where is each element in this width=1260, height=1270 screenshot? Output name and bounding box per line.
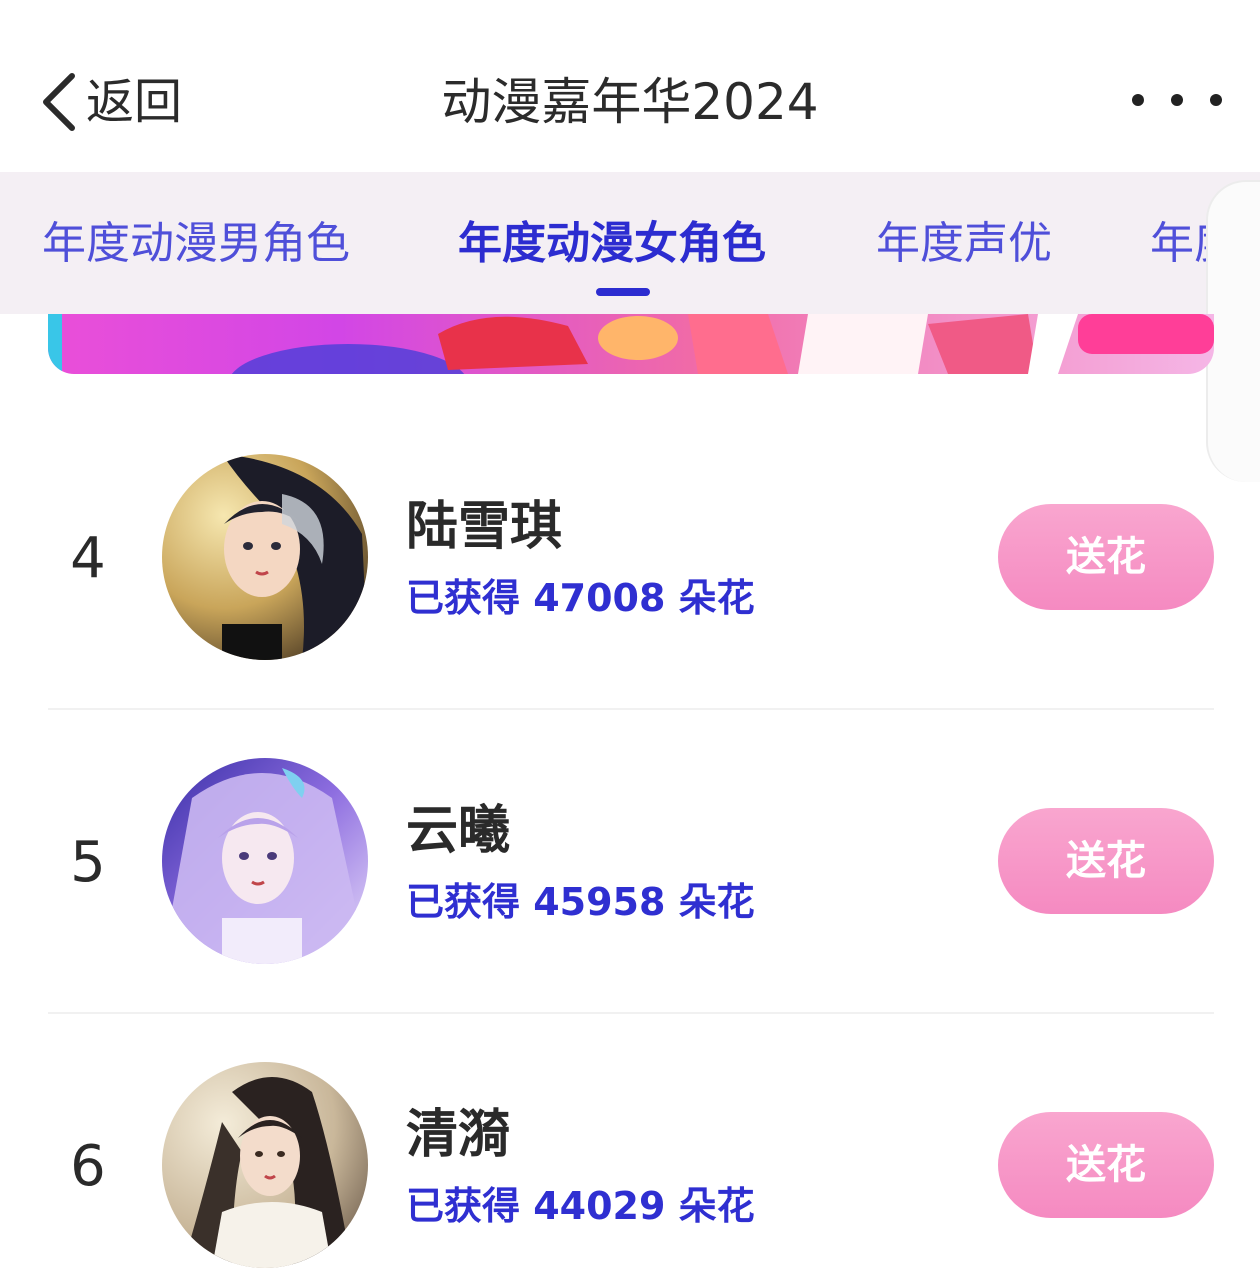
more-dot-icon	[1171, 94, 1183, 106]
flower-count: 已获得 44029 朵花	[406, 1184, 755, 1228]
page-title: 动漫嘉年华2024	[441, 73, 819, 131]
banner-artwork	[48, 314, 1214, 374]
avatar[interactable]	[162, 1062, 368, 1268]
tab-male-character[interactable]: 年度动漫男角色	[42, 214, 350, 274]
rank-number: 5	[70, 830, 106, 895]
page: 返回 动漫嘉年华2024 年度动漫男角色 年度动漫女角色 年度声优 年度漫	[0, 0, 1260, 1270]
character-name: 陆雪琪	[406, 497, 563, 557]
character-portrait	[162, 1062, 368, 1268]
flower-count: 已获得 45958 朵花	[406, 880, 755, 924]
list-item: 4 陆雪琪 已获得 47008 朵花 送花	[0, 404, 1260, 708]
more-options-button[interactable]	[1132, 80, 1222, 120]
tab-voice-actor[interactable]: 年度声优	[876, 214, 1052, 274]
list-item: 5 云曦 已获得 45958 朵花 送花	[0, 708, 1260, 1012]
send-flower-button[interactable]: 送花	[998, 1112, 1214, 1218]
more-dot-icon	[1210, 94, 1222, 106]
list-item: 6 清漪 已获得 44029 朵花 送花	[0, 1012, 1260, 1270]
more-dot-icon	[1132, 94, 1144, 106]
send-flower-button[interactable]: 送花	[998, 808, 1214, 914]
rank-number: 6	[70, 1134, 106, 1199]
top-nav-bar: 返回 动漫嘉年华2024	[0, 0, 1260, 172]
character-portrait	[162, 758, 368, 964]
send-flower-button[interactable]: 送花	[998, 504, 1214, 610]
active-tab-indicator	[596, 288, 650, 296]
event-banner-image[interactable]	[48, 314, 1214, 374]
character-name: 云曦	[406, 801, 511, 861]
character-name: 清漪	[406, 1105, 511, 1165]
rank-number: 4	[70, 526, 106, 591]
avatar[interactable]	[162, 454, 368, 660]
character-portrait	[162, 454, 368, 660]
avatar[interactable]	[162, 758, 368, 964]
tab-female-character[interactable]: 年度动漫女角色	[458, 214, 766, 274]
flower-count: 已获得 47008 朵花	[406, 576, 755, 620]
